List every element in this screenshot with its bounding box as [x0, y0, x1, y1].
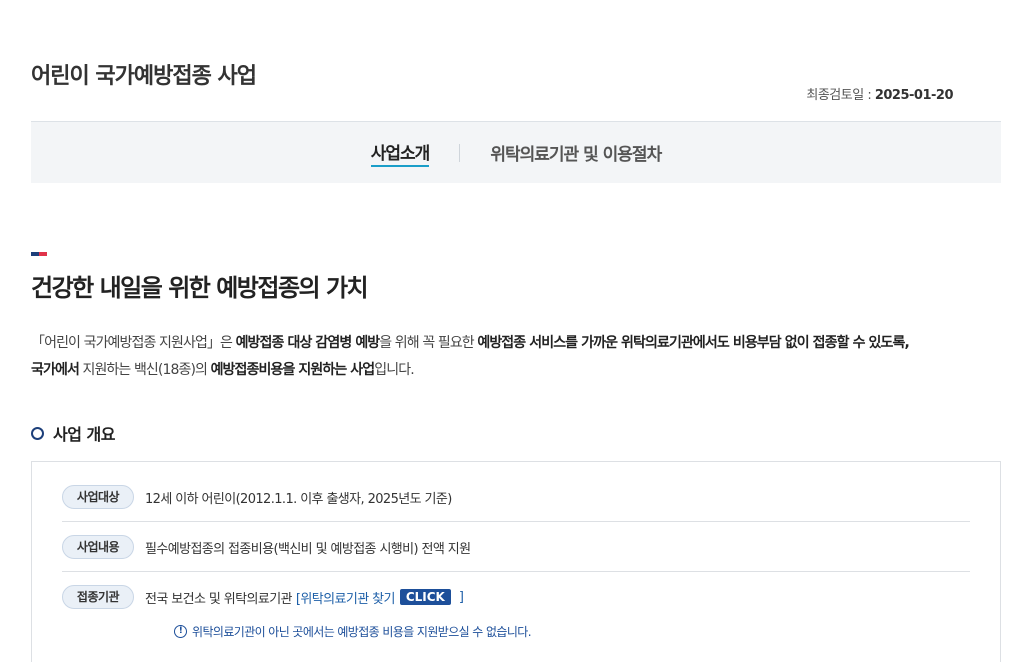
row-text: 필수예방접종의 접종비용(백신비 및 예방접종 시행비) 전액 지원	[145, 541, 471, 557]
circle-bullet-icon	[31, 426, 44, 440]
tab-divider	[459, 143, 461, 162]
overview-row-target: 사업대상 12세 이하 어린이(2012.1.1. 이후 출생자, 2025년도…	[62, 485, 970, 509]
row-divider	[62, 521, 970, 522]
notice: ! 위탁의료기관이 아닌 곳에서는 예방접종 비용을 지원받으실 수 없습니다.	[174, 623, 532, 640]
last-review-date: 최종검토일 : 2025-01-20	[806, 84, 953, 103]
tab-clinics-procedure[interactable]: 위탁의료기관 및 이용절차	[490, 140, 662, 165]
overview-row-institution: 접종기관 전국 보건소 및 위탁의료기관 [위탁의료기관 찾기 CLICK ]	[62, 585, 970, 609]
last-review-value: 2025-01-20	[874, 88, 954, 103]
intro-text: 입니다.	[374, 362, 414, 378]
find-clinic-click-button[interactable]: CLICK	[399, 589, 451, 605]
intro-bold: 예방접종 서비스를 가까운 위탁의료기관에서도 비용부담 없이 접종할 수 있도…	[477, 335, 909, 351]
accent-red	[39, 252, 47, 256]
row-badge: 사업대상	[62, 485, 134, 509]
row-divider	[62, 571, 970, 572]
page-title: 어린이 국가예방접종 사업	[31, 64, 257, 89]
intro-bold: 국가에서	[31, 362, 80, 378]
intro-text: 을 위해 꼭 필요한	[379, 335, 478, 351]
overview-heading-label: 사업 개요	[53, 425, 115, 444]
row-text: 전국 보건소 및 위탁의료기관	[145, 591, 293, 607]
exclamation-icon: !	[174, 625, 187, 638]
row-text: 12세 이하 어린이(2012.1.1. 이후 출생자, 2025년도 기준)	[145, 491, 452, 507]
overview-row-content: 사업내용 필수예방접종의 접종비용(백신비 및 예방접종 시행비) 전액 지원	[62, 535, 970, 559]
overview-heading: 사업 개요	[31, 421, 115, 445]
notice-text: 위탁의료기관이 아닌 곳에서는 예방접종 비용을 지원받으실 수 없습니다.	[192, 625, 532, 639]
row-badge: 접종기관	[62, 585, 134, 609]
section-heading: 건강한 내일을 위한 예방접종의 가치	[31, 274, 369, 302]
intro-text: 지원하는 백신(18종)의	[78, 362, 211, 378]
overview-box: 사업대상 12세 이하 어린이(2012.1.1. 이후 출생자, 2025년도…	[31, 461, 1001, 662]
tab-bar: 사업소개 위탁의료기관 및 이용절차	[31, 121, 1001, 183]
row-badge: 사업내용	[62, 535, 134, 559]
tab-business-intro[interactable]: 사업소개	[370, 139, 430, 167]
section-accent-mark	[31, 252, 47, 256]
accent-navy	[31, 252, 39, 256]
link-bracket: ]	[458, 589, 464, 605]
intro-paragraph: 「어린이 국가예방접종 지원사업」은 예방접종 대상 감염병 예방을 위해 꼭 …	[31, 330, 991, 384]
find-clinic-link[interactable]: [위탁의료기관 찾기	[296, 588, 395, 607]
intro-text: 「어린이 국가예방접종 지원사업」은	[31, 335, 236, 351]
intro-bold: 예방접종 대상 감염병 예방	[235, 335, 381, 351]
intro-bold: 예방접종비용을 지원하는 사업	[210, 362, 376, 378]
last-review-label: 최종검토일 :	[806, 88, 875, 103]
